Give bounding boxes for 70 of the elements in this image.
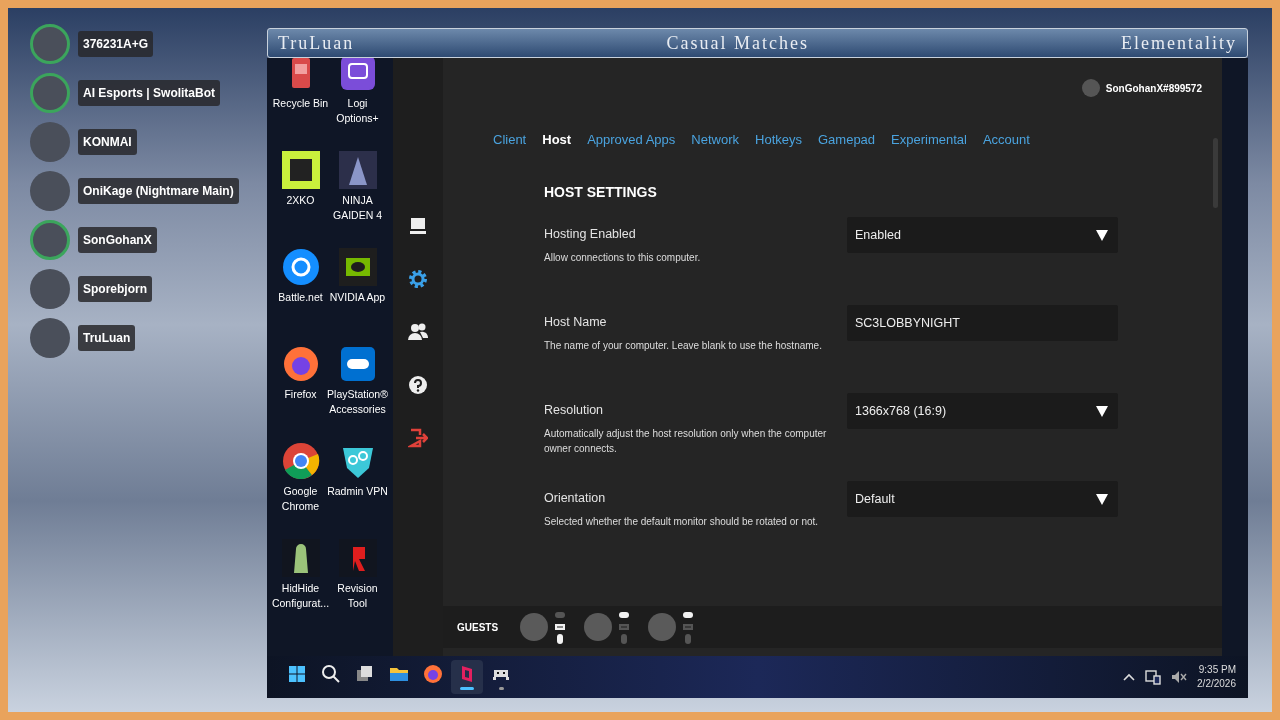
r-logo-icon[interactable]	[338, 539, 377, 577]
setting-label: Resolution	[544, 402, 605, 419]
setting-label: Orientation	[544, 490, 607, 507]
banner-title: Elementality	[1121, 31, 1237, 55]
search-icon	[321, 664, 341, 684]
input-field[interactable]: SC3LOBBYNIGHT	[847, 305, 1118, 341]
settings-tab[interactable]: Client	[493, 130, 527, 150]
icon-label[interactable]: NVIDIA App	[326, 290, 389, 305]
help-icon[interactable]	[408, 375, 428, 395]
dropdown[interactable]: Enabled	[847, 217, 1118, 253]
caret-icon	[1096, 405, 1108, 417]
user-name: OniKage (Nightmare Main)	[78, 178, 239, 204]
settings-tab[interactable]: Gamepad	[818, 130, 876, 150]
game-tile-icon[interactable]	[338, 151, 377, 189]
icon-label[interactable]: HidHide Configurat...	[269, 581, 332, 611]
gamepad-icon[interactable]	[338, 345, 377, 383]
setting-label: Hosting Enabled	[544, 226, 637, 243]
guest-avatar	[520, 613, 549, 641]
caret-icon	[1096, 229, 1108, 241]
setting-description: Automatically adjust the host resolution only when the computer owner connects.	[544, 426, 828, 456]
banner-title: Casual Matches	[666, 31, 809, 55]
settings-tab[interactable]: Hotkeys	[755, 130, 802, 150]
icon-label[interactable]: Recycle Bin	[269, 96, 332, 111]
guest-avatar	[648, 613, 677, 641]
guests-label: GUESTS	[457, 620, 499, 635]
windows-icon	[355, 664, 375, 684]
users-icon[interactable]	[408, 322, 428, 342]
setting-description: Allow connections to this computer.	[544, 250, 702, 265]
icon-label[interactable]: PlayStation® Accessories	[326, 387, 389, 417]
start-icon	[287, 664, 307, 684]
firefox-icon	[423, 664, 443, 684]
firefox-icon[interactable]	[281, 345, 320, 383]
eye-logo-icon[interactable]	[338, 248, 377, 286]
chevron-up-icon[interactable]	[1123, 673, 1136, 681]
username: SonGohanX#899572	[1105, 81, 1202, 96]
user-avatar	[1081, 79, 1100, 97]
taskbar-button[interactable]	[451, 660, 483, 694]
banner-title: TruLuan	[278, 31, 355, 55]
setting-label: Host Name	[544, 314, 608, 331]
settings-icon[interactable]	[408, 269, 428, 289]
settings-tab[interactable]: Account	[982, 130, 1030, 150]
game-tile-icon[interactable]	[281, 151, 320, 189]
dropdown[interactable]: Default	[847, 481, 1118, 517]
settings-tab[interactable]: Network	[691, 130, 739, 150]
user-name: AI Esports | SwolitaBot	[78, 80, 221, 106]
user-name: KONMAI	[78, 129, 137, 155]
battlenet-icon[interactable]	[281, 248, 320, 286]
settings-tab[interactable]: Experimental	[891, 130, 967, 150]
section-heading: HOST SETTINGS	[544, 183, 658, 202]
setting-description: The name of your computer. Leave blank to use the hostname.	[544, 338, 823, 353]
dropdown[interactable]: 1366x768 (16:9)	[847, 393, 1118, 429]
logout-icon[interactable]	[408, 428, 428, 448]
chrome-icon[interactable]	[281, 442, 320, 480]
caret-icon	[1096, 493, 1108, 505]
user-name: TruLuan	[78, 325, 136, 351]
figure-icon[interactable]	[281, 539, 320, 577]
setting-description: Selected whether the default monitor should be rotated or not.	[544, 514, 820, 529]
clock-time[interactable]: 9:35 PM	[1197, 663, 1236, 677]
settings-tab[interactable]: Host	[542, 130, 572, 150]
user-name: Sporebjorn	[78, 276, 152, 302]
user-name: 376231A+G	[78, 31, 154, 57]
app-icon[interactable]	[338, 58, 377, 92]
guest-avatar	[584, 613, 613, 641]
user-name: SonGohanX	[78, 227, 157, 253]
computer-icon[interactable]	[408, 216, 428, 236]
clock-date[interactable]: 2/2/2026	[1197, 677, 1236, 691]
settings-tab[interactable]: Approved Apps	[587, 130, 676, 150]
icon-label[interactable]: Radmin VPN	[326, 484, 389, 499]
muted-speaker-icon[interactable]	[1171, 669, 1188, 685]
device-icon[interactable]	[1145, 669, 1162, 685]
